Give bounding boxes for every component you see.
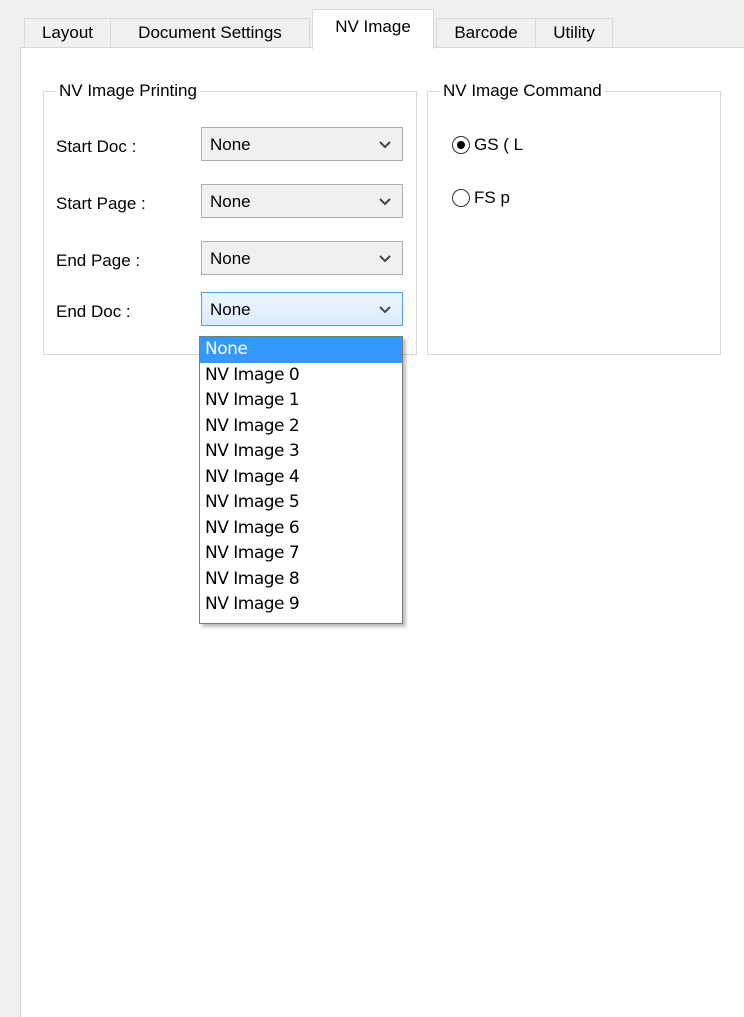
select-value: None xyxy=(210,300,251,319)
end-page-select[interactable]: None xyxy=(201,241,403,275)
tab-strip: Layout Document Settings NV Image Barcod… xyxy=(0,0,744,50)
tab-label: Document Settings xyxy=(138,23,282,42)
dropdown-option-nv-image-6[interactable]: NV Image 6 xyxy=(200,516,402,542)
chevron-down-icon xyxy=(379,198,391,206)
dropdown-option-nv-image-5[interactable]: NV Image 5 xyxy=(200,490,402,516)
dropdown-option-nv-image-2[interactable]: NV Image 2 xyxy=(200,414,402,440)
select-value: None xyxy=(210,192,251,211)
dropdown-option-nv-image-8[interactable]: NV Image 8 xyxy=(200,567,402,593)
tab-label: Barcode xyxy=(454,23,518,42)
tab-utility[interactable]: Utility xyxy=(535,18,613,48)
tab-layout[interactable]: Layout xyxy=(24,18,111,48)
end-doc-label: End Doc : xyxy=(56,302,131,321)
start-doc-label: Start Doc : xyxy=(56,137,137,156)
start-doc-select[interactable]: None xyxy=(201,127,403,161)
start-page-label: Start Page : xyxy=(56,194,146,213)
tab-label: Utility xyxy=(553,23,595,42)
nv-image-command-group: NV Image Command xyxy=(427,80,721,355)
tab-label: Layout xyxy=(41,23,94,42)
chevron-down-icon xyxy=(379,141,391,149)
radio-fs-p[interactable]: FS p xyxy=(452,187,572,211)
end-page-label: End Page : xyxy=(56,251,141,270)
select-value: None xyxy=(210,249,251,268)
dropdown-option-none[interactable]: None xyxy=(200,337,402,363)
start-page-select[interactable]: None xyxy=(201,184,403,218)
dropdown-option-nv-image-1[interactable]: NV Image 1 xyxy=(200,388,402,414)
tab-label: NV Image xyxy=(335,17,411,36)
radio-circle xyxy=(452,189,470,207)
radio-label: GS ( L xyxy=(474,135,524,154)
radio-label: FS p xyxy=(474,188,510,207)
radio-circle xyxy=(452,136,470,154)
tab-document-settings[interactable]: Document Settings xyxy=(110,18,310,48)
dropdown-option-nv-image-7[interactable]: NV Image 7 xyxy=(200,541,402,567)
group-title: NV Image Printing xyxy=(56,80,200,102)
select-value: None xyxy=(210,135,251,154)
group-title: NV Image Command xyxy=(440,80,605,102)
dropdown-option-nv-image-3[interactable]: NV Image 3 xyxy=(200,439,402,465)
end-doc-dropdown-list[interactable]: None NV Image 0 NV Image 1 NV Image 2 NV… xyxy=(199,336,403,624)
chevron-down-icon xyxy=(379,306,391,314)
chevron-down-icon xyxy=(379,255,391,263)
tab-barcode[interactable]: Barcode xyxy=(436,18,536,48)
radio-gs-l[interactable]: GS ( L xyxy=(452,134,572,158)
dropdown-option-nv-image-4[interactable]: NV Image 4 xyxy=(200,465,402,491)
end-doc-select[interactable]: None xyxy=(201,292,403,326)
dropdown-option-nv-image-9[interactable]: NV Image 9 xyxy=(200,592,402,618)
radio-dot xyxy=(457,141,465,149)
dropdown-option-nv-image-0[interactable]: NV Image 0 xyxy=(200,363,402,389)
tab-nv-image[interactable]: NV Image xyxy=(312,9,434,49)
